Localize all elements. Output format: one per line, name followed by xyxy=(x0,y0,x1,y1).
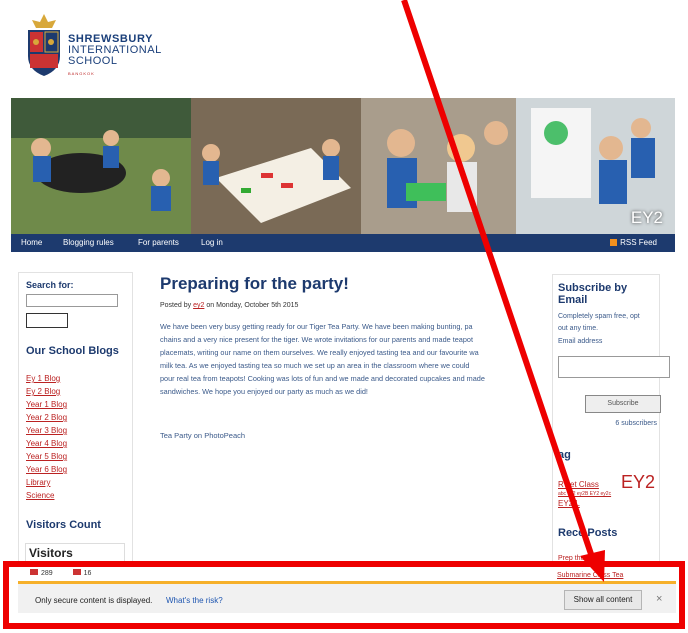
tag-rocket-class[interactable]: R ket Class xyxy=(558,480,599,489)
search-title: Search for: xyxy=(26,280,74,290)
nav-home[interactable]: Home xyxy=(21,238,42,247)
banner-class-label: EY2 xyxy=(630,208,663,227)
right-sidebar: Subscribe by Email Completely spam free,… xyxy=(552,274,661,562)
post-paragraph-line: pour real tea from teapots! Cooking was … xyxy=(160,374,485,383)
subscribe-description-2: out any time. xyxy=(558,325,599,332)
post-meta: Posted by ey2 on Monday, October 5th 201… xyxy=(160,302,298,309)
blog-link-ey2[interactable]: Ey 2 Blog xyxy=(26,387,60,396)
email-address-label: Email address xyxy=(558,338,603,345)
blog-link-year6[interactable]: Year 6 Blog xyxy=(26,465,67,474)
photopeach-link[interactable]: Tea Party on PhotoPeach xyxy=(160,431,245,440)
post-paragraph-line: milk tea. As we enjoyed tasting tea so m… xyxy=(160,361,470,370)
main-navigation: Home Blogging rules For parents Log in R… xyxy=(11,234,675,252)
tag-ey2l[interactable]: EY2 L xyxy=(558,499,580,508)
tags-title: ag xyxy=(558,449,571,461)
rss-icon xyxy=(610,239,618,246)
blog-link-library[interactable]: Library xyxy=(26,478,50,487)
school-name-line3: SCHOOL xyxy=(68,55,118,67)
school-location: BANGKOK xyxy=(68,71,95,76)
tag-cloud-small[interactable]: abc ey2 ey2B EY2 ey2c xyxy=(558,491,611,497)
email-input[interactable] xyxy=(558,356,670,378)
school-crest-icon xyxy=(28,14,60,76)
school-blogs-title: Our School Blogs xyxy=(26,345,119,357)
banner-photo-collage xyxy=(11,98,675,234)
post-meta-prefix: Posted by xyxy=(160,302,192,309)
recent-posts-title: Rece Posts xyxy=(558,527,618,539)
visitors-count-title: Visitors Count xyxy=(26,519,101,531)
header-banner: EY2 xyxy=(11,98,675,234)
blog-link-ey1[interactable]: Ey 1 Blog xyxy=(26,374,60,383)
blog-link-year2[interactable]: Year 2 Blog xyxy=(26,413,67,422)
left-sidebar: Search for: Our School Blogs Ey 1 Blog E… xyxy=(18,272,133,562)
blog-link-year5[interactable]: Year 5 Blog xyxy=(26,452,67,461)
blog-link-year4[interactable]: Year 4 Blog xyxy=(26,439,67,448)
post-body: We have been very busy getting ready for… xyxy=(160,320,532,398)
visitors-widget: Visitors xyxy=(25,543,125,563)
visitors-widget-title: Visitors xyxy=(29,546,73,560)
nav-blogging-rules[interactable]: Blogging rules xyxy=(63,238,114,247)
tag-ey2[interactable]: EY2 xyxy=(621,472,655,493)
blog-link-year1[interactable]: Year 1 Blog xyxy=(26,400,67,409)
school-logo[interactable]: SHREWSBURY INTERNATIONAL SCHOOL BANGKOK xyxy=(24,12,194,82)
rss-feed-label: RSS Feed xyxy=(620,238,657,247)
search-input[interactable] xyxy=(26,294,118,307)
nav-log-in[interactable]: Log in xyxy=(201,238,223,247)
subscribe-button[interactable]: Subscribe xyxy=(585,395,661,413)
highlight-box xyxy=(3,561,685,629)
subscribe-description-1: Completely spam free, opt xyxy=(558,313,640,320)
search-button[interactable] xyxy=(26,313,68,328)
blog-link-science[interactable]: Science xyxy=(26,491,54,500)
post-paragraph-line: sandwiches. We hope you enjoyed our part… xyxy=(160,387,368,396)
blog-link-year3[interactable]: Year 3 Blog xyxy=(26,426,67,435)
post-title[interactable]: Preparing for the party! xyxy=(160,274,349,294)
post-meta-date: on Monday, October 5th 2015 xyxy=(206,302,299,309)
post-paragraph-line: We have been very busy getting ready for… xyxy=(160,322,473,331)
post-paragraph-line: placemats, writing our name on them ours… xyxy=(160,348,479,357)
post-paragraph-line: chains and a very nice present for the t… xyxy=(160,335,473,344)
nav-for-parents[interactable]: For parents xyxy=(138,238,179,247)
post-author-link[interactable]: ey2 xyxy=(193,302,204,309)
subscribe-title: Subscribe by Email xyxy=(558,282,628,306)
subscriber-count: 6 subscribers xyxy=(615,420,657,427)
rss-feed-link[interactable]: RSS Feed xyxy=(610,238,657,247)
